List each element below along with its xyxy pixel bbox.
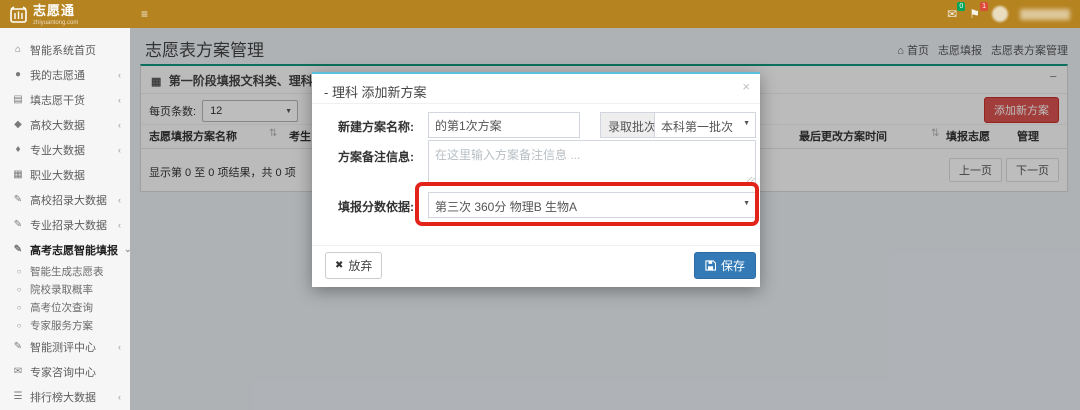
- sidebar-item-major-bigdata[interactable]: ♦ 专业大数据 ‹: [0, 137, 130, 162]
- sidebar-item-ranking-bigdata[interactable]: ☰ 排行榜大数据 ‹: [0, 384, 130, 409]
- header-right: ✉ 0 ⚑ 1: [947, 0, 1070, 28]
- home-icon: ⌂: [12, 44, 24, 55]
- chevron-left-icon: ‹: [118, 195, 121, 205]
- circle-icon: ○: [14, 321, 24, 330]
- sidebar-item-label: 我的志愿通: [30, 67, 85, 83]
- circle-icon: ○: [14, 303, 24, 312]
- top-navbar: 志愿通 zhiyuantong.com ≡ ✉ 0 ⚑ 1: [0, 0, 1080, 28]
- sidebar-toggle-icon[interactable]: ≡: [141, 7, 148, 21]
- plan-name-label: 新建方案名称:: [328, 118, 414, 135]
- score-basis-value: 第三次 360分 物理B 生物A: [435, 200, 577, 214]
- sidebar-subitem-generate-form[interactable]: ○ 智能生成志愿表: [0, 262, 130, 280]
- diamond-icon: ♦: [12, 144, 24, 155]
- sidebar-subitem-label: 专家服务方案: [30, 318, 93, 333]
- logo-icon: [10, 6, 27, 23]
- sidebar-item-label: 职业大数据: [30, 167, 85, 183]
- sidebar-item-label: 高考志愿智能填报: [30, 242, 118, 258]
- notifications-badge: 1: [980, 2, 988, 11]
- score-basis-label: 填报分数依据:: [328, 198, 414, 215]
- sidebar-item-system-home[interactable]: ⌂ 智能系统首页: [0, 37, 130, 62]
- close-icon[interactable]: ×: [742, 79, 750, 94]
- sidebar-subitem-rank-query[interactable]: ○ 高考位次查询: [0, 298, 130, 316]
- sidebar-item-career-bigdata[interactable]: ▦ 职业大数据: [0, 162, 130, 187]
- chevron-left-icon: ‹: [118, 220, 121, 230]
- graduation-icon: ◆: [12, 119, 24, 130]
- sidebar-item-college-admission-bigdata[interactable]: ✎ 高校招录大数据 ‹: [0, 187, 130, 212]
- sidebar-subitem-label: 院校录取概率: [30, 282, 93, 297]
- sidebar-item-assessment-center[interactable]: ✎ 智能测评中心 ‹: [0, 334, 130, 359]
- mail-icon: ✉: [947, 7, 957, 21]
- score-basis-select[interactable]: 第三次 360分 物理B 生物A ▼: [428, 192, 756, 218]
- chevron-left-icon: ‹: [118, 95, 121, 105]
- chevron-left-icon: ‹: [118, 120, 121, 130]
- edit-icon: ✎: [12, 341, 24, 352]
- sidebar-item-tips[interactable]: ▤ 填志愿干货 ‹: [0, 87, 130, 112]
- chat-icon: ✉: [12, 366, 24, 377]
- briefcase-icon: ▦: [12, 169, 24, 180]
- batch-select[interactable]: 本科第一批次 ▼: [654, 112, 756, 138]
- flag-icon: ⚑: [969, 7, 980, 21]
- x-icon: ✖: [335, 260, 343, 271]
- plan-note-textarea[interactable]: [428, 140, 756, 186]
- book-icon: ▤: [12, 94, 24, 105]
- save-button[interactable]: 保存: [694, 252, 756, 279]
- add-plan-modal: - 理科 添加新方案 × 新建方案名称: 录取批次 本科第一批次 ▼ 方案备注信…: [312, 72, 760, 287]
- sidebar-item-college-bigdata[interactable]: ◆ 高校大数据 ‹: [0, 112, 130, 137]
- plan-name-input[interactable]: [428, 112, 580, 138]
- circle-icon: ○: [14, 285, 24, 294]
- sidebar-item-my-zhiyuantong[interactable]: ● 我的志愿通 ‹: [0, 62, 130, 87]
- sidebar-item-label: 排行榜大数据: [30, 389, 96, 405]
- plan-note-label: 方案备注信息:: [328, 148, 414, 165]
- chevron-left-icon: ‹: [118, 392, 121, 402]
- sidebar-item-label: 专业招录大数据: [30, 217, 107, 233]
- divider: [312, 245, 760, 246]
- save-icon: [705, 260, 716, 271]
- chevron-left-icon: ‹: [118, 342, 121, 352]
- sidebar-item-label: 高校招录大数据: [30, 192, 107, 208]
- chevron-left-icon: ‹: [118, 145, 121, 155]
- sidebar: ⌂ 智能系统首页 ● 我的志愿通 ‹ ▤ 填志愿干货 ‹ ◆ 高校大数据 ‹ ♦…: [0, 28, 130, 410]
- messages-icon[interactable]: ✉ 0: [947, 7, 957, 21]
- chevron-left-icon: ‹: [118, 70, 121, 80]
- app-logo[interactable]: 志愿通 zhiyuantong.com: [0, 0, 130, 28]
- caret-down-icon: ▼: [743, 200, 750, 207]
- sidebar-item-label: 高校大数据: [30, 117, 85, 133]
- user-icon: ●: [12, 69, 24, 80]
- sidebar-subitem-expert-service[interactable]: ○ 专家服务方案: [0, 316, 130, 334]
- sidebar-item-label: 专家咨询中心: [30, 364, 96, 380]
- edit-icon: ✎: [12, 244, 24, 255]
- save-button-label: 保存: [721, 257, 745, 274]
- logo-title: 志愿通: [33, 3, 75, 18]
- messages-badge: 0: [957, 2, 965, 11]
- user-avatar[interactable]: [992, 6, 1008, 22]
- logo-subtitle: zhiyuantong.com: [33, 20, 78, 26]
- modal-title: - 理科 添加新方案: [324, 82, 427, 101]
- user-name-blurred[interactable]: [1020, 9, 1070, 20]
- sidebar-item-expert-consult-center[interactable]: ✉ 专家咨询中心: [0, 359, 130, 384]
- cancel-button[interactable]: ✖ 放弃: [325, 252, 382, 279]
- sidebar-subitem-label: 智能生成志愿表: [30, 264, 104, 279]
- cancel-button-label: 放弃: [348, 257, 372, 274]
- sidebar-subitem-admission-probability[interactable]: ○ 院校录取概率: [0, 280, 130, 298]
- sidebar-item-major-admission-bigdata[interactable]: ✎ 专业招录大数据 ‹: [0, 212, 130, 237]
- sidebar-item-label: 智能测评中心: [30, 339, 96, 355]
- divider: [312, 103, 760, 104]
- bar-chart-icon: ☰: [12, 391, 24, 402]
- circle-icon: ○: [14, 267, 24, 276]
- sidebar-item-label: 填志愿干货: [30, 92, 85, 108]
- edit-icon: ✎: [12, 219, 24, 230]
- resize-handle[interactable]: [747, 177, 755, 185]
- batch-select-value: 本科第一批次: [661, 120, 733, 134]
- sidebar-item-label: 智能系统首页: [30, 42, 96, 58]
- edit-icon: ✎: [12, 194, 24, 205]
- sidebar-item-label: 专业大数据: [30, 142, 85, 158]
- notifications-icon[interactable]: ⚑ 1: [969, 7, 980, 21]
- sidebar-subitem-label: 高考位次查询: [30, 300, 93, 315]
- sidebar-item-smart-application[interactable]: ✎ 高考志愿智能填报 ⌄: [0, 237, 130, 262]
- caret-down-icon: ▼: [743, 120, 750, 127]
